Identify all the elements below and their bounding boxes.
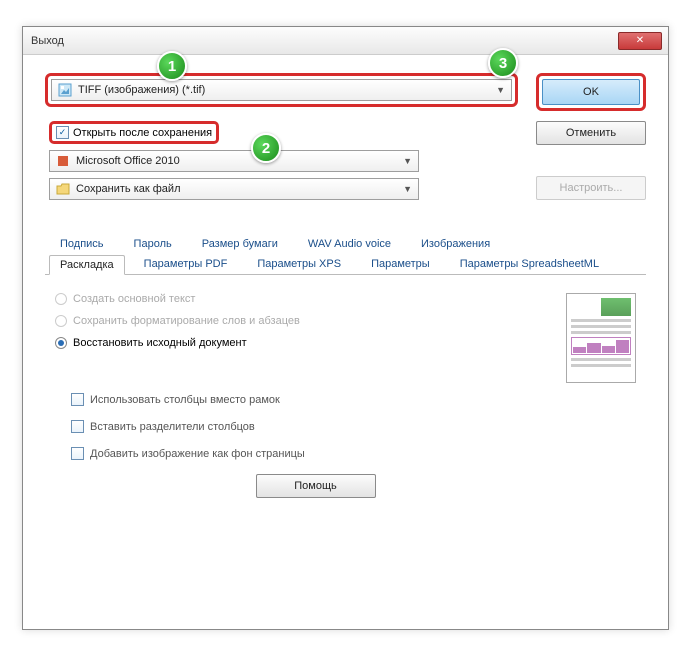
titlebar: Выход ✕ [23, 27, 668, 55]
open-after-highlight: ✓ Открыть после сохранения [49, 121, 219, 144]
radio-main-text[interactable]: Создать основной текст [55, 293, 536, 305]
chevron-down-icon: ▼ [403, 156, 412, 166]
dialog-window: Выход ✕ 1 2 TIFF (изображения) (*.tif) ▼… [22, 26, 669, 630]
save-dropdown[interactable]: Сохранить как файл ▼ [49, 178, 419, 200]
folder-icon [56, 182, 70, 196]
col-dividers-checkbox[interactable]: ✓ [71, 420, 84, 433]
tab-images[interactable]: Изображения [410, 234, 501, 254]
radio-icon [55, 315, 67, 327]
help-button[interactable]: Помощь [256, 474, 376, 498]
image-icon [58, 83, 72, 97]
tabs: Подпись Пароль Размер бумаги WAV Audio v… [45, 234, 646, 275]
tab-signature[interactable]: Подпись [49, 234, 115, 254]
use-columns-label: Использовать столбцы вместо рамок [90, 394, 280, 406]
chevron-down-icon: ▼ [496, 85, 505, 95]
radio-icon [55, 337, 67, 349]
radio-label: Создать основной текст [73, 293, 195, 305]
radio-restore[interactable]: Восстановить исходный документ [55, 337, 536, 349]
close-icon[interactable]: ✕ [618, 32, 662, 50]
bg-image-row[interactable]: ✓ Добавить изображение как фон страницы [71, 447, 646, 460]
open-after-checkbox[interactable]: ✓ [56, 126, 69, 139]
configure-button: Настроить... [536, 176, 646, 200]
tab-pdf[interactable]: Параметры PDF [133, 254, 239, 274]
tab-params[interactable]: Параметры [360, 254, 441, 274]
bg-image-checkbox[interactable]: ✓ [71, 447, 84, 460]
col-dividers-row[interactable]: ✓ Вставить разделители столбцов [71, 420, 646, 433]
app-label: Microsoft Office 2010 [76, 155, 403, 167]
radio-label: Восстановить исходный документ [73, 337, 247, 349]
ok-button[interactable]: OK [542, 79, 640, 105]
radio-keep-format[interactable]: Сохранить форматирование слов и абзацев [55, 315, 536, 327]
tab-wav[interactable]: WAV Audio voice [297, 234, 402, 254]
use-columns-row[interactable]: ✓ Использовать столбцы вместо рамок [71, 393, 646, 406]
window-title: Выход [31, 35, 64, 47]
chevron-down-icon: ▼ [403, 184, 412, 194]
tab-xps[interactable]: Параметры XPS [246, 254, 352, 274]
marker-3: 3 [488, 48, 518, 78]
office-icon [56, 154, 70, 168]
app-dropdown[interactable]: Microsoft Office 2010 ▼ [49, 150, 419, 172]
format-dropdown[interactable]: TIFF (изображения) (*.tif) ▼ [51, 79, 512, 101]
radio-icon [55, 293, 67, 305]
format-dropdown-highlight: TIFF (изображения) (*.tif) ▼ [45, 73, 518, 107]
ok-button-highlight: OK [536, 73, 646, 111]
marker-2: 2 [251, 133, 281, 163]
marker-1: 1 [157, 51, 187, 81]
use-columns-checkbox[interactable]: ✓ [71, 393, 84, 406]
tab-spread[interactable]: Параметры SpreadsheetML [449, 254, 610, 274]
format-label: TIFF (изображения) (*.tif) [78, 84, 496, 96]
tab-password[interactable]: Пароль [123, 234, 183, 254]
tab-paper[interactable]: Размер бумаги [191, 234, 289, 254]
preview-thumb [566, 293, 636, 383]
cancel-button[interactable]: Отменить [536, 121, 646, 145]
save-label: Сохранить как файл [76, 183, 403, 195]
open-after-label: Открыть после сохранения [73, 127, 212, 139]
bg-image-label: Добавить изображение как фон страницы [90, 448, 305, 460]
tab-layout[interactable]: Раскладка [49, 255, 125, 275]
col-dividers-label: Вставить разделители столбцов [90, 421, 255, 433]
radio-label: Сохранить форматирование слов и абзацев [73, 315, 300, 327]
